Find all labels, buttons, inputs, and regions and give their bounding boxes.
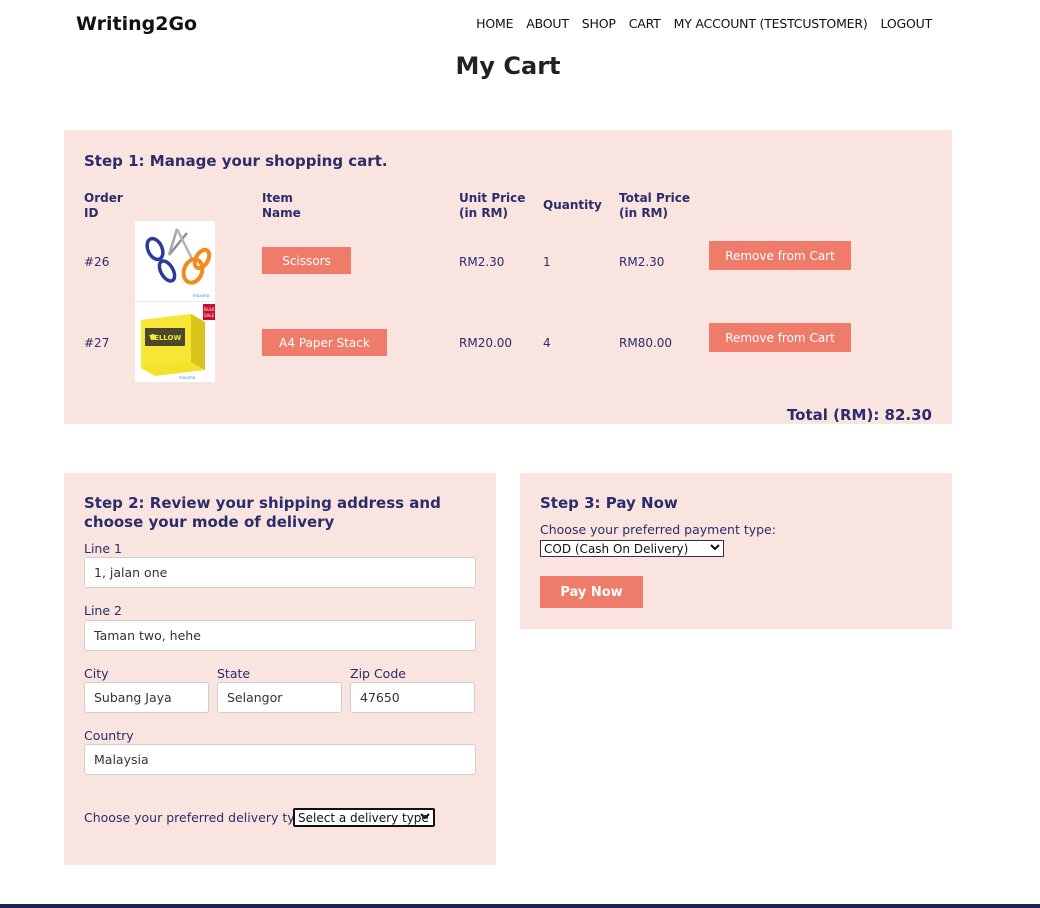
header-unit-price: Unit Price (in RM)	[459, 191, 525, 221]
shipping-panel: Step 2: Review your shipping address and…	[64, 473, 496, 865]
main-nav: HOME ABOUT SHOP CART MY ACCOUNT (TESTCUS…	[476, 16, 932, 31]
pay-now-button[interactable]: Pay Now	[540, 576, 643, 608]
delivery-type-select[interactable]: Select a delivery type	[293, 808, 435, 827]
footer-divider	[0, 904, 1040, 908]
header-unit-price-line1: Unit Price	[459, 191, 526, 205]
delivery-type-label: Choose your preferred delivery type:	[84, 810, 315, 825]
svg-text:BULK: BULK	[204, 307, 215, 312]
city-label: City	[84, 666, 109, 681]
remove-from-cart-button-27[interactable]: Remove from Cart	[709, 323, 851, 352]
line2-label: Line 2	[84, 603, 122, 618]
row2-total-price: RM80.00	[619, 336, 673, 350]
cart-panel: Step 1: Manage your shopping cart. Order…	[64, 130, 952, 424]
step3-title: Step 3: Pay Now	[540, 494, 678, 512]
paper-stack-image: YELLOW BULK SALE maxima	[135, 302, 215, 382]
svg-text:maxima: maxima	[179, 375, 196, 380]
delivery-type-value: Select a delivery type	[298, 810, 429, 825]
header-order-id: Order ID	[84, 191, 123, 221]
address-line2-input[interactable]: Taman two, hehe	[84, 620, 476, 651]
step1-title: Step 1: Manage your shopping cart.	[84, 152, 388, 170]
brand-logo[interactable]: Writing2Go	[76, 13, 197, 35]
header-total-price: Total Price (in RM)	[619, 191, 690, 221]
svg-text:SALE: SALE	[204, 313, 215, 318]
step2-title: Step 2: Review your shipping address and…	[84, 494, 441, 531]
nav-cart[interactable]: CART	[629, 16, 661, 31]
header-item-name: Item Name	[262, 191, 301, 221]
nav-about[interactable]: ABOUT	[526, 16, 569, 31]
row1-total-price: RM2.30	[619, 255, 665, 269]
row2-order-id: #27	[84, 336, 110, 350]
svg-text:maxima: maxima	[193, 293, 210, 298]
chevron-down-icon	[420, 811, 430, 824]
nav-home[interactable]: HOME	[476, 16, 513, 31]
row1-quantity: 1	[543, 255, 551, 269]
chevron-down-icon	[710, 542, 720, 555]
header-total-price-line2: (in RM)	[619, 206, 668, 220]
payment-type-select[interactable]: COD (Cash On Delivery)	[540, 540, 724, 557]
row2-quantity: 4	[543, 336, 551, 350]
scissors-image: maxima	[135, 221, 215, 301]
zip-label: Zip Code	[350, 666, 406, 681]
city-input[interactable]: Subang Jaya	[84, 682, 209, 713]
header-order-id-line1: Order	[84, 191, 123, 205]
top-navbar: Writing2Go HOME ABOUT SHOP CART MY ACCOU…	[0, 0, 1040, 48]
remove-from-cart-button-26[interactable]: Remove from Cart	[709, 241, 851, 270]
header-quantity: Quantity	[543, 198, 602, 212]
page-title: My Cart	[455, 52, 561, 80]
payment-type-label: Choose your preferred payment type:	[540, 522, 776, 537]
item-a4-paper-button[interactable]: A4 Paper Stack	[262, 329, 387, 356]
row1-order-id: #26	[84, 255, 110, 269]
item-scissors-button[interactable]: Scissors	[262, 247, 351, 274]
payment-panel: Step 3: Pay Now Choose your preferred pa…	[520, 473, 952, 629]
zip-code-input[interactable]: 47650	[350, 682, 475, 713]
nav-my-account[interactable]: MY ACCOUNT (TESTCUSTOMER)	[674, 16, 868, 31]
line1-label: Line 1	[84, 541, 122, 556]
state-input[interactable]: Selangor	[217, 682, 342, 713]
header-unit-price-line2: (in RM)	[459, 206, 508, 220]
header-total-price-line1: Total Price	[619, 191, 691, 205]
row1-unit-price: RM2.30	[459, 255, 505, 269]
nav-shop[interactable]: SHOP	[582, 16, 616, 31]
cart-total: Total (RM): 82.30	[786, 406, 932, 424]
country-input[interactable]: Malaysia	[84, 744, 476, 775]
header-order-id-line2: ID	[84, 206, 99, 220]
state-label: State	[217, 666, 251, 681]
row2-unit-price: RM20.00	[459, 336, 513, 350]
header-item-name-line2: Name	[262, 206, 301, 220]
payment-type-value: COD (Cash On Delivery)	[544, 541, 689, 556]
country-label: Country	[84, 728, 134, 743]
header-item-name-line1: Item	[262, 191, 293, 205]
nav-logout[interactable]: LOGOUT	[881, 16, 933, 31]
address-line1-input[interactable]: 1, jalan one	[84, 557, 476, 588]
